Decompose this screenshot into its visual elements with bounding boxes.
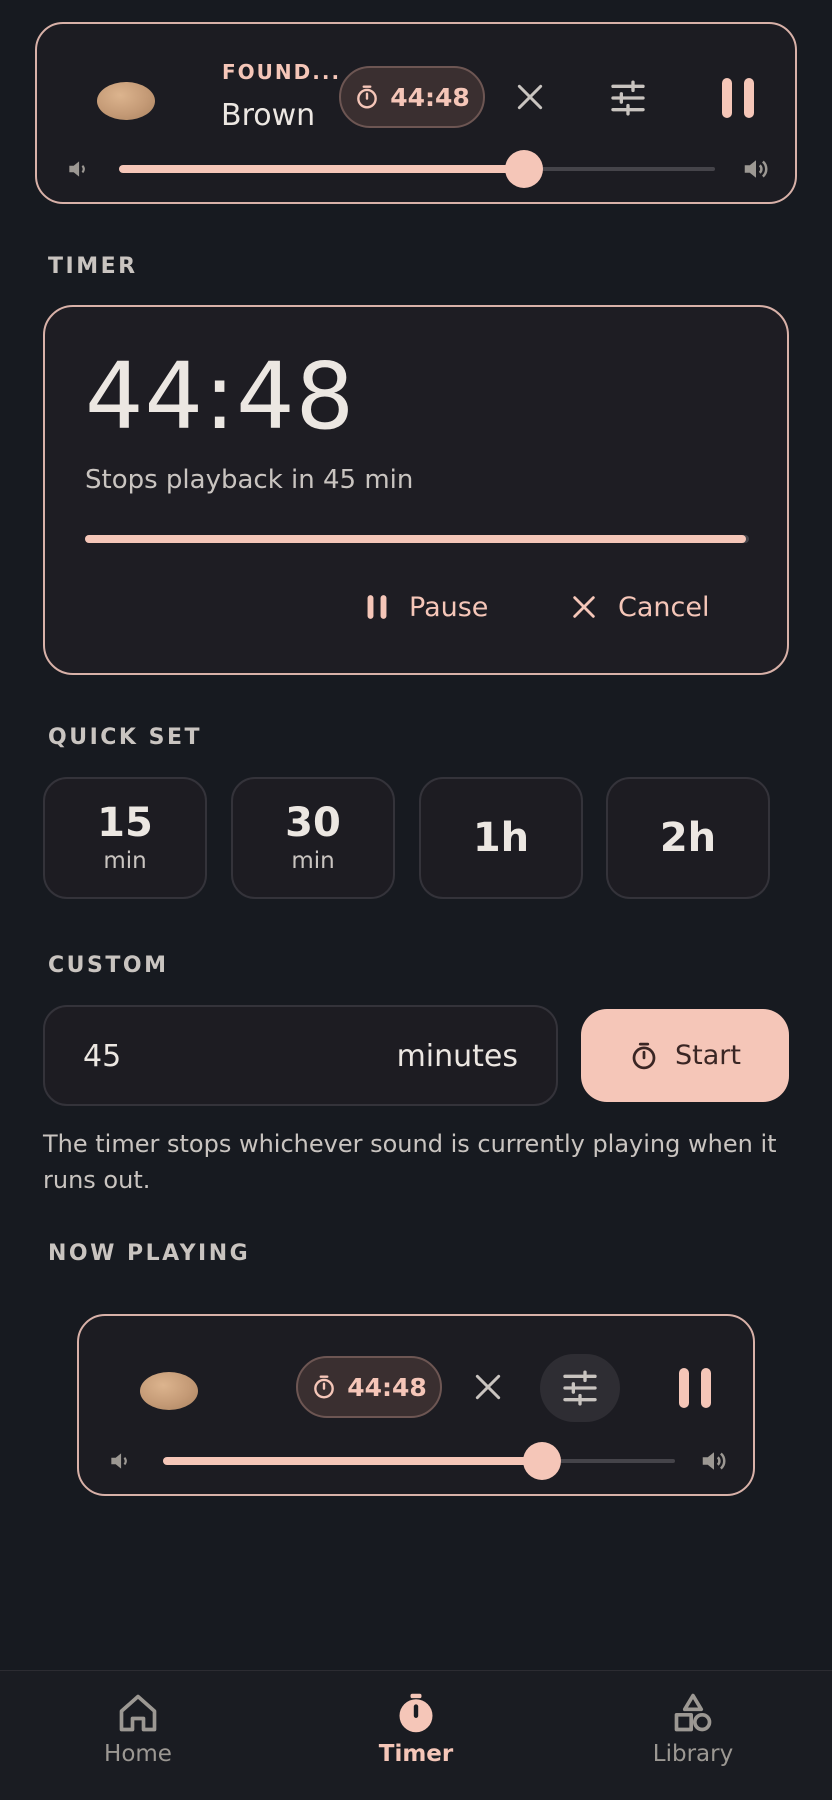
quick-set-30-min[interactable]: 30 min (231, 777, 395, 899)
quick-set-value: 30 (285, 800, 341, 846)
close-icon (573, 596, 595, 618)
tune-icon (563, 1370, 597, 1406)
nav-library-label: Library (652, 1741, 734, 1767)
quick-set-value: 15 (97, 800, 153, 846)
home-icon (119, 1694, 157, 1732)
timer-card: 44:48 Stops playback in 45 min Pause Can… (43, 305, 789, 675)
nav-library[interactable]: Library (603, 1691, 783, 1791)
timer-chip-label: 44:48 (390, 82, 470, 112)
now-playing-card: 44:48 (77, 1314, 755, 1496)
mixer-button[interactable] (600, 70, 656, 126)
nav-timer[interactable]: Timer (326, 1691, 506, 1791)
volume-low-icon (111, 1453, 127, 1469)
sound-artwork (140, 1372, 198, 1410)
custom-helper-text: The timer stops whichever sound is curre… (43, 1130, 777, 1194)
custom-minutes-unit: minutes (396, 1039, 518, 1074)
quick-set-unit: min (103, 848, 147, 874)
volume-low-icon (69, 161, 85, 177)
start-timer-label: Start (675, 1040, 741, 1071)
pause-button[interactable] (710, 70, 766, 126)
volume-row (79, 1440, 753, 1480)
pause-button[interactable] (667, 1360, 723, 1416)
timer-icon (632, 1042, 656, 1069)
bottom-navigation: Home Timer Library (0, 1670, 832, 1800)
library-icon (674, 1693, 712, 1732)
quick-set-unit: min (291, 848, 335, 874)
quick-set-1h[interactable]: 1h (419, 777, 583, 899)
quick-set-value: 1h (472, 815, 530, 861)
pause-icon (679, 1368, 711, 1408)
timer-icon (399, 1693, 433, 1733)
custom-minutes-field[interactable]: minutes (43, 1005, 558, 1106)
volume-slider[interactable] (119, 150, 715, 188)
volume-high-icon (702, 1452, 726, 1470)
start-timer-button[interactable]: Start (581, 1009, 789, 1102)
close-icon (475, 1374, 501, 1400)
timer-chip[interactable]: 44:48 (339, 66, 485, 128)
pause-icon (367, 595, 387, 619)
now-playing-label: NOW PLAYING (48, 1241, 251, 1266)
timer-progress (85, 535, 749, 543)
sound-name: Brown (221, 98, 316, 133)
pause-timer-button[interactable]: Pause (365, 579, 488, 635)
volume-slider-knob[interactable] (522, 1442, 561, 1480)
sound-category: FOUND... (222, 60, 342, 84)
nav-home-label: Home (104, 1741, 172, 1767)
sound-artwork (97, 82, 155, 120)
volume-slider-knob[interactable] (505, 150, 544, 188)
close-icon (517, 84, 543, 110)
pause-timer-label: Pause (409, 591, 489, 623)
mini-player: FOUND... Brown 44:48 (35, 22, 797, 204)
custom-label: CUSTOM (48, 953, 169, 978)
custom-minutes-input[interactable] (83, 1039, 283, 1074)
quick-set-label: QUICK SET (48, 725, 202, 750)
timer-icon (357, 85, 378, 109)
volume-row (37, 148, 795, 188)
quick-set-2h[interactable]: 2h (606, 777, 770, 899)
volume-slider[interactable] (163, 1442, 675, 1480)
timer-chip[interactable]: 44:48 (296, 1356, 442, 1418)
pause-icon (722, 78, 754, 118)
time-remaining: 44:48 (85, 343, 356, 450)
cancel-timer-label: Cancel (618, 591, 710, 623)
timer-progress-fill (85, 535, 746, 543)
volume-high-icon (744, 160, 768, 178)
stops-playback-text: Stops playback in 45 min (85, 465, 414, 495)
cancel-timer-button[interactable]: Cancel (570, 579, 709, 635)
timer-chip-label: 44:48 (347, 1372, 427, 1402)
volume-slider-fill (119, 165, 525, 173)
tune-icon (611, 80, 645, 116)
quick-set-15-min[interactable]: 15 min (43, 777, 207, 899)
close-button[interactable] (465, 1364, 511, 1410)
quick-set-value: 2h (659, 815, 717, 861)
nav-home[interactable]: Home (48, 1691, 228, 1791)
mixer-button[interactable] (540, 1354, 620, 1422)
timer-section-label: TIMER (48, 254, 138, 279)
nav-timer-label: Timer (378, 1741, 454, 1767)
timer-icon (314, 1375, 335, 1399)
close-button[interactable] (507, 74, 553, 120)
volume-slider-fill (163, 1457, 542, 1465)
